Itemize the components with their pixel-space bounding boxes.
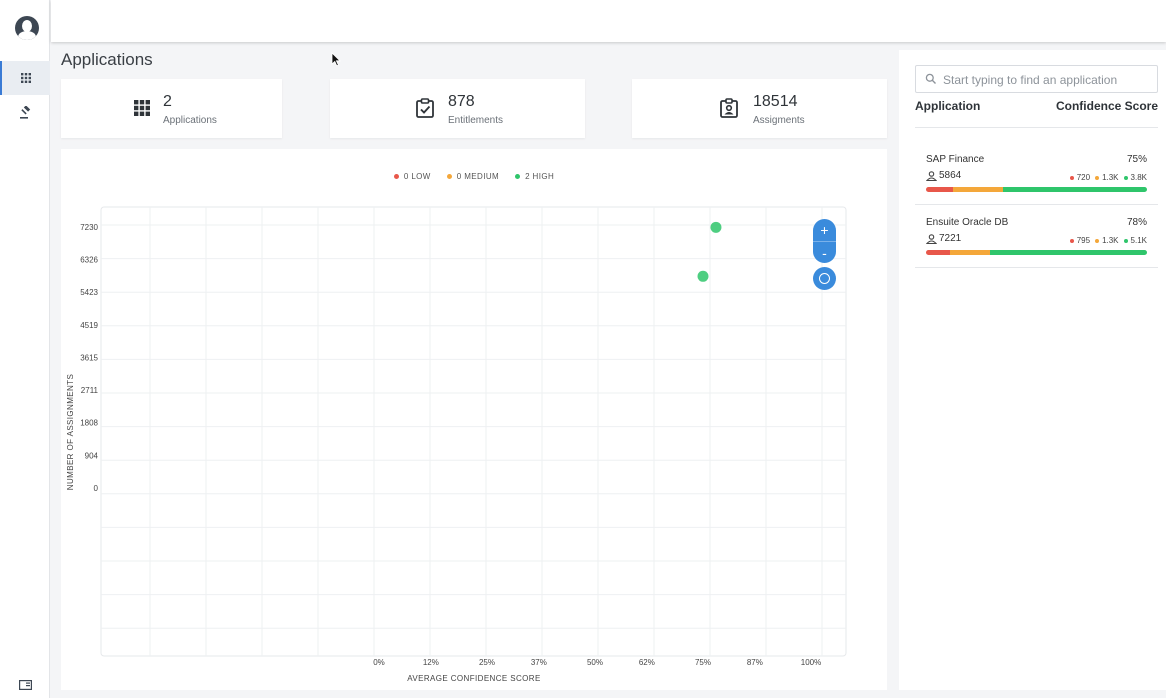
- bar-high: [990, 250, 1147, 255]
- top-bar: [51, 0, 1166, 42]
- app-users: 5864: [926, 170, 961, 181]
- applications-list-panel: Application Confidence Score SAP Finance…: [899, 50, 1166, 690]
- score-breakdown: 720 1.3K 3.8K: [1068, 173, 1147, 182]
- application-search: [915, 65, 1158, 93]
- medium-dot: [1095, 175, 1100, 180]
- zoom-out-button[interactable]: -: [813, 241, 836, 263]
- x-tick-label: 12%: [423, 658, 439, 667]
- x-tick-label: 25%: [479, 658, 495, 667]
- y-tick-label: 904: [85, 451, 99, 460]
- y-tick-label: 0: [94, 484, 99, 493]
- low-count: 795: [1076, 236, 1091, 245]
- low-dot: [1069, 238, 1074, 243]
- gavel-icon: [19, 105, 30, 119]
- y-tick-label: 7230: [80, 223, 98, 232]
- reset-icon: [819, 273, 830, 284]
- app-name: SAP Finance: [926, 154, 985, 165]
- grid-icon: [134, 100, 150, 116]
- bar-medium: [950, 250, 991, 255]
- stat-card-assignments: 18514 Assigments: [632, 79, 887, 138]
- y-tick-label: 5423: [80, 288, 98, 297]
- x-axis-label: AVERAGE CONFIDENCE SCORE: [407, 674, 540, 683]
- search-input[interactable]: [943, 70, 1153, 90]
- stat-label: Applications: [163, 115, 217, 126]
- high-dot: [1123, 175, 1128, 180]
- stat-card-applications: 2 Applications: [61, 79, 282, 138]
- stat-label: Entitlements: [448, 115, 504, 126]
- user-icon: [926, 233, 937, 244]
- stat-card-entitlements: 878 Entitlements: [330, 79, 585, 138]
- high-count: 3.8K: [1130, 173, 1147, 182]
- y-tick-label: 6326: [80, 256, 98, 265]
- x-tick-label: 87%: [747, 658, 763, 667]
- data-point: [697, 270, 709, 282]
- x-tick-label: 100%: [801, 658, 821, 667]
- user-count: 7221: [939, 233, 962, 244]
- medium-dot: [1095, 238, 1100, 243]
- scatter-plot: 0 904 1808 2711 3615 4519 5423 6326 7230 0% 12% 25%…: [66, 206, 847, 683]
- bar-low: [926, 250, 951, 255]
- column-confidence-score[interactable]: Confidence Score: [1056, 99, 1158, 113]
- low-count: 720: [1076, 173, 1091, 182]
- x-tick-label: 62%: [639, 658, 655, 667]
- nav-item-policies[interactable]: [0, 95, 50, 129]
- list-item[interactable]: SAP Finance 75% 5864 720 1.3K 3.8K: [915, 142, 1158, 205]
- bar-medium: [953, 187, 1003, 192]
- medium-count: 1.3K: [1102, 236, 1119, 245]
- stat-value: 18514: [753, 93, 798, 110]
- medium-count: 1.3K: [1102, 173, 1119, 182]
- x-tick-label: 50%: [587, 658, 603, 667]
- search-icon: [925, 73, 936, 84]
- list-item[interactable]: Ensuite Oracle DB 78% 7221 795 1.3K 5.1K: [915, 205, 1158, 268]
- divider: [915, 127, 1158, 128]
- page-title: Applications: [61, 50, 153, 69]
- x-tick-label: 75%: [695, 658, 711, 667]
- mouse-cursor-icon: [331, 52, 341, 67]
- nav-item-applications[interactable]: [0, 61, 50, 95]
- app-score: 75%: [1126, 154, 1147, 165]
- user-icon: [926, 170, 937, 181]
- app-users: 7221: [926, 233, 961, 244]
- column-application[interactable]: Application: [915, 99, 980, 113]
- app-name: Ensuite Oracle DB: [926, 217, 1009, 228]
- panel-toggle-icon: [18, 680, 32, 690]
- user-count: 5864: [939, 170, 962, 181]
- score-breakdown: 795 1.3K 5.1K: [1068, 236, 1147, 245]
- scatter-chart-panel: 0 LOW 0 MEDIUM 2 HIGH 0 904 1808 2711 3615 45…: [61, 149, 887, 690]
- bar-low: [926, 187, 954, 192]
- checklist-icon: [416, 98, 434, 118]
- stat-value: 878: [448, 93, 475, 110]
- y-axis-label: NUMBER OF ASSIGNMENTS: [66, 374, 75, 490]
- y-tick-label: 4519: [80, 321, 98, 330]
- zoom-in-button[interactable]: +: [813, 219, 836, 241]
- panel-toggle-button[interactable]: [0, 672, 50, 698]
- bar-high: [1002, 187, 1147, 192]
- data-point: [710, 221, 722, 233]
- high-dot: [1123, 238, 1128, 243]
- plot-frame: [100, 206, 847, 657]
- stat-label: Assigments: [753, 115, 805, 126]
- list-header: Application Confidence Score: [915, 99, 1158, 113]
- y-tick-label: 3615: [80, 354, 98, 363]
- x-tick-label: 0%: [373, 658, 385, 667]
- app-score: 78%: [1126, 217, 1147, 228]
- y-tick-label: 2711: [81, 386, 99, 395]
- low-dot: [1069, 175, 1074, 180]
- badge-icon: [720, 98, 738, 118]
- zoom-controls: + -: [813, 219, 836, 263]
- zoom-reset-button[interactable]: [813, 267, 836, 290]
- grid-icon: [21, 73, 31, 83]
- y-tick-label: 1808: [80, 419, 98, 428]
- user-avatar-icon[interactable]: [15, 16, 39, 40]
- high-count: 5.1K: [1130, 236, 1147, 245]
- left-nav-rail: [0, 0, 50, 698]
- score-distribution-bar: [926, 187, 1147, 192]
- x-tick-label: 37%: [531, 658, 547, 667]
- stat-value: 2: [163, 93, 172, 110]
- score-distribution-bar: [926, 250, 1147, 255]
